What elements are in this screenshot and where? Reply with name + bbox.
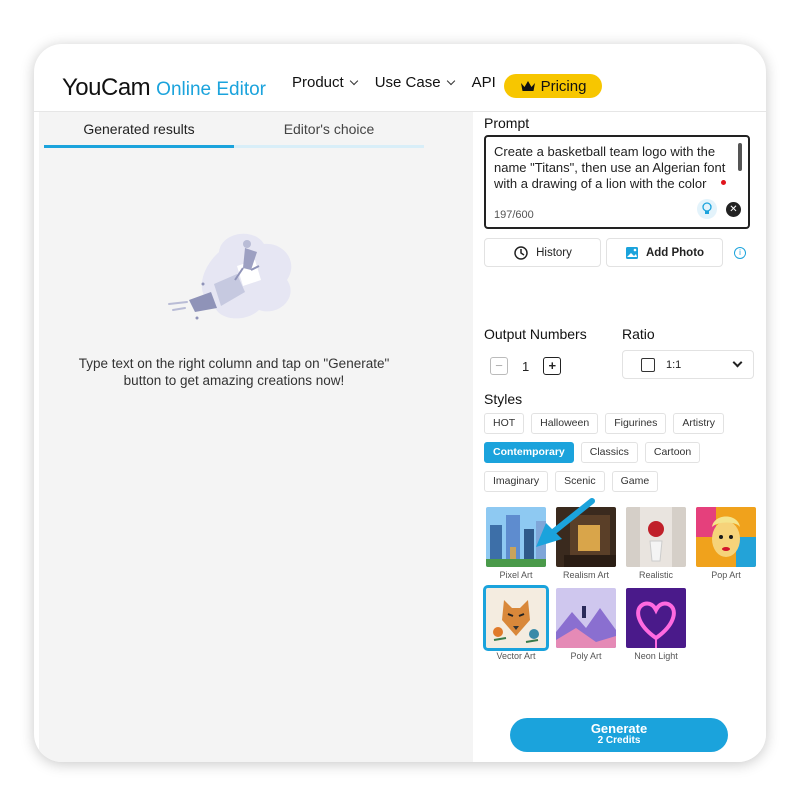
- add-photo-label: Add Photo: [645, 246, 705, 259]
- settings-panel: Prompt Create a basketball team logo wit…: [473, 112, 766, 762]
- tab-underline: [44, 145, 234, 148]
- chip-game[interactable]: Game: [611, 471, 659, 492]
- nav-product[interactable]: Product: [292, 74, 358, 91]
- logo-sub: Online Editor: [156, 79, 267, 100]
- pricing-button[interactable]: Pricing: [504, 74, 602, 98]
- chevron-down-icon: [349, 76, 358, 85]
- style-label: Poly Art: [570, 651, 602, 661]
- chip-cartoon[interactable]: Cartoon: [644, 442, 701, 463]
- tab-editors-choice-label: Editor's choice: [283, 121, 375, 137]
- tab-generated-results[interactable]: Generated results: [44, 112, 234, 148]
- pricing-label: Pricing: [540, 77, 587, 95]
- square-icon: [641, 358, 655, 372]
- prompt-tools: History Add Photo i: [484, 238, 746, 267]
- chip-figurines[interactable]: Figurines: [605, 413, 667, 434]
- output-numbers-label: Output Numbers: [484, 326, 587, 342]
- generate-button[interactable]: Generate 2 Credits: [510, 718, 728, 752]
- prompt-textarea[interactable]: Create a basketball team logo with the n…: [484, 135, 750, 229]
- nav-use-case-label: Use Case: [374, 74, 441, 91]
- style-thumb: [696, 507, 756, 567]
- style-thumb: [626, 507, 686, 567]
- style-poly-art[interactable]: Poly Art: [556, 588, 616, 661]
- increment-button[interactable]: +: [543, 357, 562, 375]
- ratio-select[interactable]: 1:1: [622, 350, 754, 379]
- lightbulb-icon[interactable]: [697, 199, 717, 219]
- tab-editors-choice[interactable]: Editor's choice: [234, 112, 424, 148]
- logo[interactable]: YouCam Online Editor: [62, 74, 266, 102]
- styles-label: Styles: [484, 391, 523, 407]
- ratio-value: 1:1: [666, 359, 682, 371]
- style-realistic[interactable]: Realistic: [626, 507, 686, 580]
- generate-credits: 2 Credits: [597, 735, 641, 746]
- chip-imaginary[interactable]: Imaginary: [484, 471, 549, 492]
- chip-artistry[interactable]: Artistry: [673, 413, 725, 434]
- chip-halloween[interactable]: Halloween: [531, 413, 599, 434]
- char-counter: 197/600: [494, 209, 534, 221]
- empty-state-illustration: [168, 233, 292, 320]
- chip-hot[interactable]: HOT: [484, 413, 525, 434]
- style-label: Vector Art: [496, 651, 536, 661]
- results-panel: Generated results Editor's choice Type t…: [39, 112, 473, 762]
- spellcheck-dot: [721, 180, 726, 185]
- style-label: Realistic: [638, 570, 673, 580]
- chip-classics[interactable]: Classics: [580, 442, 638, 463]
- output-value: 1: [522, 358, 530, 374]
- style-label: Realism Art: [562, 570, 609, 580]
- prompt-label: Prompt: [484, 115, 530, 131]
- top-header: YouCam Online Editor Product Use Case AP…: [34, 44, 766, 112]
- history-button[interactable]: History: [484, 238, 601, 267]
- nav-api-label: API: [471, 74, 496, 91]
- style-label: Pop Art: [711, 570, 741, 580]
- chip-contemporary[interactable]: Contemporary: [484, 442, 574, 463]
- pointer-arrow-icon: [536, 498, 595, 547]
- chevron-down-icon: [446, 76, 455, 85]
- add-photo-button[interactable]: Add Photo: [606, 238, 723, 267]
- history-label: History: [536, 246, 572, 259]
- style-thumb: [626, 588, 686, 648]
- tab-underline: [234, 145, 424, 148]
- nav-product-label: Product: [292, 74, 344, 91]
- results-tabs: Generated results Editor's choice: [44, 112, 424, 148]
- decrement-button[interactable]: −: [490, 357, 508, 375]
- style-label: Pixel Art: [499, 570, 533, 580]
- output-stepper: − 1 +: [490, 357, 562, 375]
- app-window: YouCam Online Editor Product Use Case AP…: [34, 44, 766, 762]
- prompt-scrollbar[interactable]: [738, 143, 742, 171]
- main-nav: Product Use Case API: [292, 74, 496, 91]
- nav-api[interactable]: API: [472, 74, 496, 91]
- generate-label: Generate: [590, 721, 648, 736]
- empty-state-message: Type text on the right column and tap on…: [78, 356, 390, 388]
- style-neon-light[interactable]: Neon Light: [626, 588, 686, 661]
- image-icon: [625, 246, 638, 259]
- clear-icon[interactable]: ✕: [726, 202, 741, 217]
- style-chips: HOT Halloween Figurines Artistry Contemp…: [484, 413, 759, 500]
- nav-use-case[interactable]: Use Case: [374, 74, 455, 91]
- crown-icon: [520, 81, 535, 91]
- tab-generated-results-label: Generated results: [83, 121, 195, 137]
- prompt-text: Create a basketball team logo with the n…: [494, 144, 726, 191]
- chevron-down-icon: [732, 357, 743, 368]
- info-icon[interactable]: i: [734, 246, 746, 259]
- logo-main: YouCam: [62, 74, 151, 101]
- style-thumb: [483, 585, 549, 651]
- chip-scenic[interactable]: Scenic: [555, 471, 605, 492]
- style-vector-art[interactable]: Vector Art: [483, 585, 549, 661]
- ratio-label: Ratio: [622, 326, 655, 342]
- history-icon: [514, 245, 528, 260]
- style-thumb: [556, 588, 616, 648]
- style-pop-art[interactable]: Pop Art: [696, 507, 756, 580]
- style-label: Neon Light: [634, 651, 678, 661]
